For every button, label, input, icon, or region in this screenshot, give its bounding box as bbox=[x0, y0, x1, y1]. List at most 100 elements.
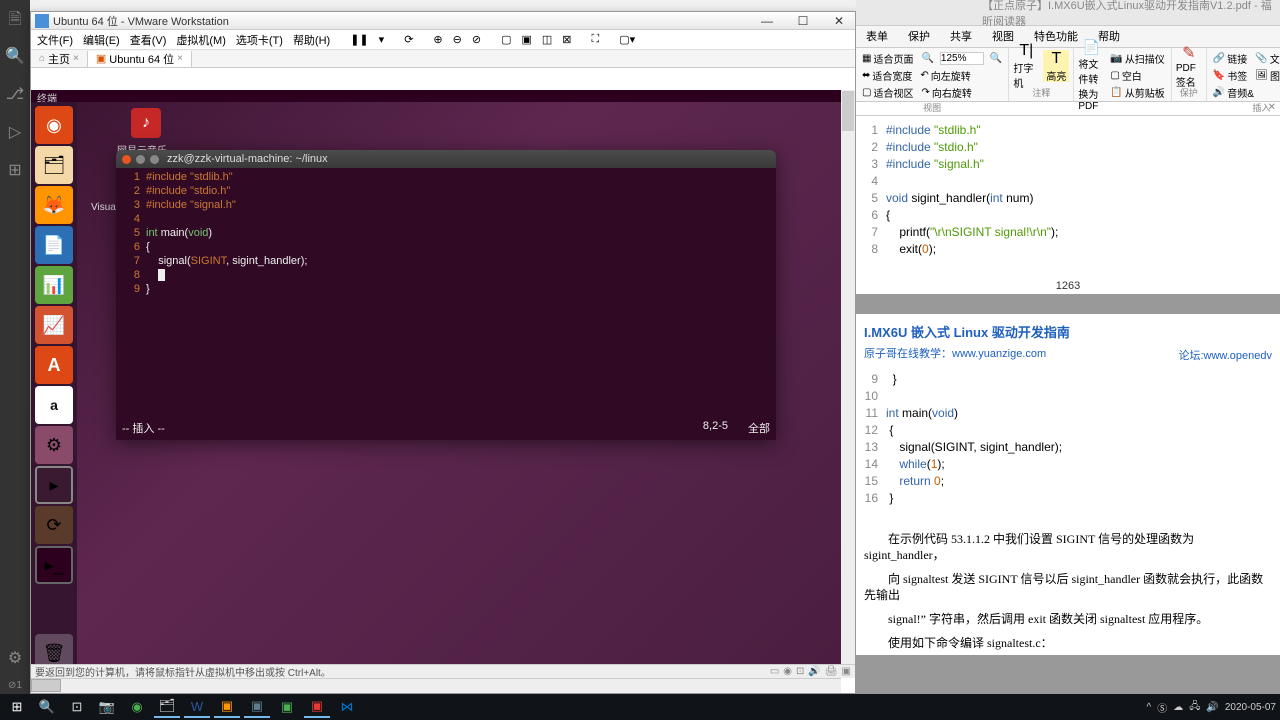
audio-button[interactable]: 🔊 音频& bbox=[1211, 84, 1256, 101]
dropdown-icon[interactable]: ▾ bbox=[379, 33, 385, 46]
chrome-icon[interactable]: ◉ bbox=[124, 696, 150, 718]
git-icon[interactable]: ⎇ bbox=[5, 84, 25, 104]
menu-tabs[interactable]: 选项卡(T) bbox=[236, 32, 283, 48]
network-icon[interactable]: 🖧 bbox=[1189, 699, 1200, 716]
close-icon[interactable] bbox=[122, 155, 131, 164]
tool-icon[interactable]: ⊖ bbox=[453, 33, 462, 46]
fit-view-button[interactable]: ▢ 适合视区 bbox=[860, 84, 915, 101]
netease-music-icon[interactable]: ♪ bbox=[131, 108, 161, 138]
rotate-left-button[interactable]: ↶ 向左旋转 bbox=[918, 67, 972, 84]
typewriter-button[interactable]: T|打字机 bbox=[1013, 50, 1039, 82]
tool-icon[interactable]: ⊕ bbox=[433, 33, 442, 46]
snapshot-icon[interactable]: ⟳ bbox=[404, 33, 413, 46]
updater-icon[interactable]: ⟳ bbox=[35, 506, 73, 544]
files-icon[interactable]: 🗂 bbox=[35, 146, 73, 184]
tool-icon[interactable]: ⊘ bbox=[472, 33, 481, 46]
tab-home[interactable]: ⌂主页× bbox=[31, 51, 88, 67]
close-button[interactable]: ✕ bbox=[827, 14, 851, 28]
close-icon[interactable]: × bbox=[177, 53, 183, 64]
link-button[interactable]: 🔗 链接 bbox=[1211, 50, 1249, 67]
search-icon[interactable]: 🔍 bbox=[34, 696, 60, 718]
tab-feature[interactable]: 特色功能 bbox=[1024, 25, 1088, 47]
layout-icon[interactable]: ⊠ bbox=[562, 33, 571, 46]
settings-icon[interactable]: ⚙ bbox=[35, 426, 73, 464]
device-icon[interactable]: ⊡ bbox=[796, 666, 804, 677]
image-button[interactable]: 🖼 图像标注 bbox=[1253, 67, 1280, 84]
tray-icon[interactable]: ^ bbox=[1147, 702, 1152, 713]
attach-button[interactable]: 📎 文件附件 bbox=[1253, 50, 1280, 67]
menu-edit[interactable]: 编辑(E) bbox=[83, 32, 120, 48]
tab-protect[interactable]: 保护 bbox=[898, 25, 940, 47]
terminal-icon[interactable]: ▸_ bbox=[35, 546, 73, 584]
clock[interactable]: 2020-05-07 bbox=[1225, 702, 1276, 713]
impress-icon[interactable]: 📈 bbox=[35, 306, 73, 344]
fit-width-button[interactable]: ⬌ 适合宽度 bbox=[860, 67, 914, 84]
vmware-hscrollbar[interactable] bbox=[31, 678, 841, 693]
minimize-button[interactable]: — bbox=[755, 14, 779, 28]
menu-vm[interactable]: 虚拟机(M) bbox=[176, 32, 226, 48]
extensions-icon[interactable]: ⊞ bbox=[5, 160, 25, 180]
blank-button[interactable]: ▢ 空白 bbox=[1108, 67, 1166, 84]
zoom-out-icon[interactable]: 🔍 bbox=[919, 52, 935, 65]
terminal-body[interactable]: 1#include "stdlib.h"2#include "stdio.h"3… bbox=[116, 168, 776, 298]
taskview-icon[interactable]: ⊡ bbox=[64, 696, 90, 718]
unity-icon[interactable]: ▢▾ bbox=[619, 33, 635, 46]
zoom-in-icon[interactable]: 🔍 bbox=[988, 52, 1004, 65]
close-icon[interactable]: × bbox=[73, 53, 79, 64]
tab-view[interactable]: 视图 bbox=[982, 25, 1024, 47]
device-icon[interactable]: ◉ bbox=[783, 666, 792, 677]
search-icon[interactable]: 🔍 bbox=[5, 46, 25, 66]
fit-page-button[interactable]: ▦ 适合页面 bbox=[860, 50, 915, 67]
sign-button[interactable]: ✎PDF签名 bbox=[1176, 50, 1202, 82]
dash-icon[interactable]: ◉ bbox=[35, 106, 73, 144]
explorer-icon[interactable]: 🗂 bbox=[154, 696, 180, 718]
terminal-titlebar[interactable]: zzk@zzk-virtual-machine: ~/linux bbox=[116, 150, 776, 168]
device-icon[interactable]: 🔊 bbox=[808, 666, 820, 677]
app-icon[interactable]: ▣ bbox=[274, 696, 300, 718]
terminal-icon[interactable]: ▸ bbox=[35, 466, 73, 504]
tab-vm[interactable]: ▣Ubuntu 64 位× bbox=[88, 51, 192, 67]
settings-icon[interactable]: ⚙ bbox=[5, 648, 25, 668]
pdf-viewport[interactable]: 1#include "stdlib.h"2#include "stdio.h"3… bbox=[856, 116, 1280, 702]
menu-file[interactable]: 文件(F) bbox=[37, 32, 73, 48]
menu-help[interactable]: 帮助(H) bbox=[293, 32, 330, 48]
start-button[interactable]: ⊞ bbox=[4, 696, 30, 718]
amazon-icon[interactable]: a bbox=[35, 386, 73, 424]
layout-icon[interactable]: ▢ bbox=[501, 33, 511, 46]
layout-icon[interactable]: ◫ bbox=[542, 33, 552, 46]
from-scanner-button[interactable]: 📷 从扫描仪 bbox=[1108, 50, 1166, 67]
skype-icon[interactable]: Ⓢ bbox=[1157, 700, 1167, 715]
word-icon[interactable]: W bbox=[184, 696, 210, 718]
writer-icon[interactable]: 📄 bbox=[35, 226, 73, 264]
panel-close-icon[interactable]: ✕ bbox=[856, 102, 1280, 116]
rotate-right-button[interactable]: ↷ 向右旋转 bbox=[919, 84, 973, 101]
menu-view[interactable]: 查看(V) bbox=[130, 32, 167, 48]
pause-button[interactable]: ❚❚ bbox=[350, 33, 368, 46]
files-icon[interactable]: 🗎 bbox=[5, 8, 25, 28]
software-icon[interactable]: A bbox=[35, 346, 73, 384]
vmware-taskbar-icon[interactable]: ▣ bbox=[244, 696, 270, 718]
tray-icon[interactable]: ☁ bbox=[1173, 702, 1183, 713]
maximize-icon[interactable] bbox=[150, 155, 159, 164]
bookmark-button[interactable]: 🔖 书签 bbox=[1211, 67, 1249, 84]
tab-share[interactable]: 共享 bbox=[940, 25, 982, 47]
vmware-vscrollbar[interactable] bbox=[841, 90, 855, 678]
app-icon[interactable]: ▣ bbox=[214, 696, 240, 718]
device-icon[interactable]: ▭ bbox=[770, 666, 779, 677]
convert-button[interactable]: 📄将文件转换为PDF bbox=[1078, 60, 1104, 92]
vscode-taskbar-icon[interactable]: ⋈ bbox=[334, 696, 360, 718]
firefox-icon[interactable]: 🦊 bbox=[35, 186, 73, 224]
debug-icon[interactable]: ▷ bbox=[5, 122, 25, 142]
from-clipboard-button[interactable]: 📋 从剪贴板 bbox=[1108, 84, 1166, 101]
tab-form[interactable]: 表单 bbox=[856, 25, 898, 47]
layout-icon[interactable]: ▣ bbox=[521, 33, 531, 46]
volume-icon[interactable]: 🔊 bbox=[1206, 702, 1218, 713]
fullscreen-icon[interactable]: ⛶ bbox=[592, 33, 600, 46]
calc-icon[interactable]: 📊 bbox=[35, 266, 73, 304]
highlight-button[interactable]: T高亮 bbox=[1043, 50, 1069, 82]
foxit-icon[interactable]: ▣ bbox=[304, 696, 330, 718]
minimize-icon[interactable] bbox=[136, 155, 145, 164]
zoom-select[interactable] bbox=[940, 52, 984, 65]
device-icon[interactable]: ▣ bbox=[842, 666, 851, 677]
maximize-button[interactable]: ☐ bbox=[791, 14, 815, 28]
